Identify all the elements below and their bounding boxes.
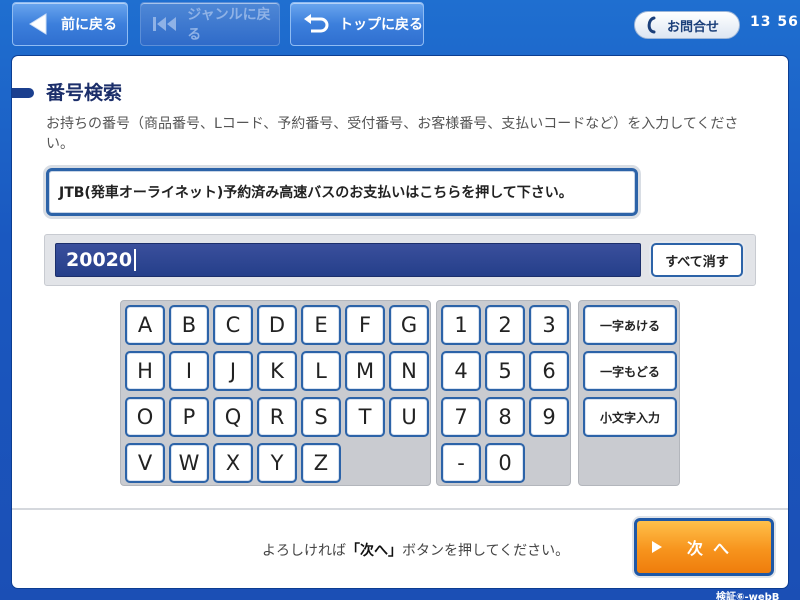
text-caret [134, 249, 137, 271]
alpha-key[interactable]: Q [213, 397, 253, 437]
main-panel: 番号検索 お持ちの番号（商品番号、Lコード、予約番号、受付番号、お客様番号、支払… [12, 56, 788, 588]
next-button[interactable]: 次へ [634, 518, 774, 576]
top-button[interactable]: トップに戻る [290, 2, 424, 46]
backspace-label: 一字もどる [600, 364, 660, 379]
phone-icon [645, 16, 659, 34]
return-arrow-icon [301, 12, 331, 36]
contact-button[interactable]: お問合せ [634, 11, 740, 39]
lowercase-input-label: 小文字入力 [599, 410, 660, 425]
alpha-key[interactable]: O [125, 397, 165, 437]
alpha-key[interactable]: X [213, 443, 253, 483]
alpha-key[interactable]: D [257, 305, 297, 345]
alpha-key[interactable]: P [169, 397, 209, 437]
backspace-key[interactable]: 一字もどる [583, 351, 677, 391]
back-button-label: 前に戻る [61, 17, 117, 33]
alpha-key[interactable]: W [169, 443, 209, 483]
alpha-key[interactable]: M [345, 351, 385, 391]
alpha-key[interactable]: B [169, 305, 209, 345]
alpha-key[interactable]: Y [257, 443, 297, 483]
instruction-text: お持ちの番号（商品番号、Lコード、予約番号、受付番号、お客様番号、支払いコードな… [46, 116, 739, 152]
footer-prompt-before: よろしければ [262, 543, 346, 559]
alpha-key[interactable]: S [301, 397, 341, 437]
alpha-key[interactable]: E [301, 305, 341, 345]
title-marker [12, 88, 34, 98]
alpha-key[interactable]: H [125, 351, 165, 391]
num-key[interactable]: 1 [441, 305, 481, 345]
verification-label: 検証⑥-webB [716, 592, 780, 600]
jtb-bus-payment-button[interactable]: JTB(発車オーライネット)予約済み高速バスのお支払いはこちらを押して下さい。 [46, 168, 638, 216]
num-key[interactable]: 4 [441, 351, 481, 391]
alpha-key[interactable]: K [257, 351, 297, 391]
function-keypad: 一字あける 一字もどる 小文字入力 [578, 300, 680, 486]
alpha-key[interactable]: F [345, 305, 385, 345]
num-key[interactable]: - [441, 443, 481, 483]
insert-space-label: 一字あける [599, 318, 660, 333]
insert-space-key[interactable]: 一字あける [583, 305, 677, 345]
back-button[interactable]: 前に戻る [12, 2, 128, 46]
alpha-key[interactable]: I [169, 351, 209, 391]
num-key[interactable]: 5 [485, 351, 525, 391]
alphabet-keypad: ABCDEFG HIJKLMN OPQRSTU VWXYZ [120, 300, 431, 486]
alpha-key[interactable]: Z [301, 443, 341, 483]
clock: 13 56 [750, 14, 799, 30]
alpha-key[interactable]: N [389, 351, 429, 391]
numeric-keypad: 123 456 789 -0 [436, 300, 571, 486]
contact-label: お問合せ [667, 19, 720, 35]
num-key[interactable]: 0 [485, 443, 525, 483]
jtb-button-label: JTB(発車オーライネット)予約済み高速バスのお支払いはこちらを押して下さい。 [59, 185, 573, 201]
number-input-area: 20020 すべて消す [44, 234, 756, 286]
num-key[interactable]: 7 [441, 397, 481, 437]
alpha-key[interactable]: T [345, 397, 385, 437]
lowercase-input-key[interactable]: 小文字入力 [583, 397, 677, 437]
footer-prompt-after: ボタンを押してください。 [402, 543, 570, 559]
clear-all-label: すべて消す [665, 254, 729, 270]
genre-back-button[interactable]: ジャンルに戻る [140, 2, 280, 46]
footer-prompt-bold: 「次へ」 [346, 543, 402, 559]
alpha-key[interactable]: C [213, 305, 253, 345]
alpha-key[interactable]: R [257, 397, 297, 437]
number-input[interactable]: 20020 [55, 243, 641, 277]
num-key[interactable]: 2 [485, 305, 525, 345]
num-key[interactable]: 8 [485, 397, 525, 437]
top-button-label: トップに戻る [339, 17, 423, 33]
clear-all-button[interactable]: すべて消す [651, 243, 743, 277]
next-button-label: 次へ [687, 539, 740, 558]
alpha-key[interactable]: A [125, 305, 165, 345]
back-arrow-icon [23, 12, 53, 36]
num-key[interactable]: 9 [529, 397, 569, 437]
page-title: 番号検索 [46, 82, 123, 104]
rewind-icon [151, 12, 179, 36]
alpha-key[interactable]: L [301, 351, 341, 391]
alpha-key[interactable]: U [389, 397, 429, 437]
alpha-key[interactable]: J [213, 351, 253, 391]
alpha-key[interactable]: G [389, 305, 429, 345]
play-icon [651, 539, 665, 555]
top-bar: 前に戻る ジャンルに戻る トップに戻る お問合せ 13 56 [0, 0, 800, 50]
footer-divider [12, 508, 788, 510]
number-input-value: 20020 [66, 249, 133, 271]
num-key[interactable]: 3 [529, 305, 569, 345]
genre-back-label: ジャンルに戻る [187, 7, 271, 43]
alpha-key[interactable]: V [125, 443, 165, 483]
footer-prompt: よろしければ「次へ」ボタンを押してください。 [262, 540, 569, 560]
num-key[interactable]: 6 [529, 351, 569, 391]
